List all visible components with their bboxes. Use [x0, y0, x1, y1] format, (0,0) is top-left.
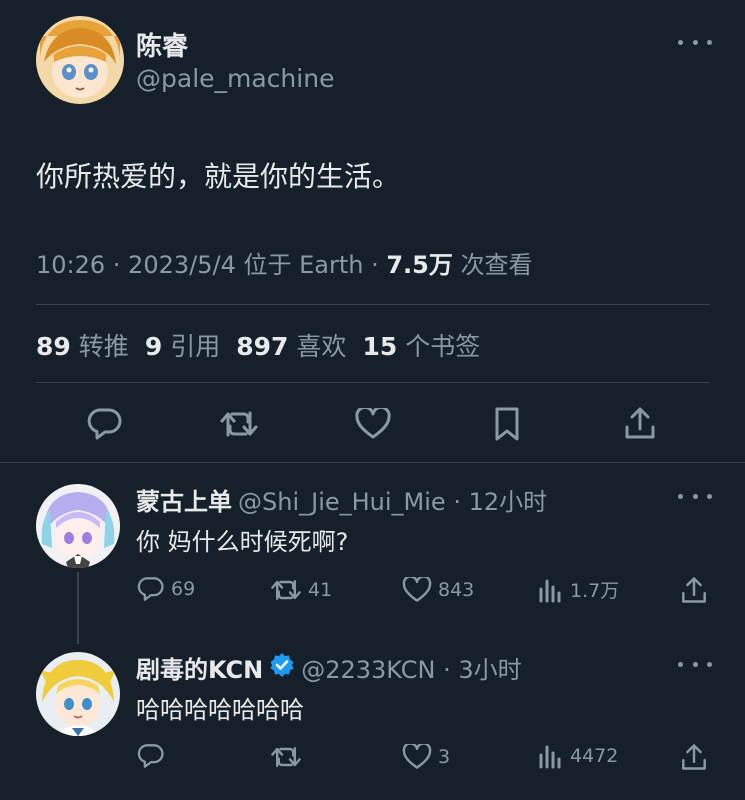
retweet-icon[interactable]	[219, 408, 259, 440]
stat-bookmarks[interactable]: 15 个书签	[362, 327, 480, 363]
divider	[36, 382, 710, 383]
bookmark-icon[interactable]	[493, 406, 521, 442]
reply-count: 69	[171, 578, 196, 600]
reply-header: 蒙古上单 @Shi_Jie_Hui_Mie · 12小时	[136, 482, 547, 517]
view-label: 次查看	[452, 251, 533, 279]
views-button[interactable]: 1.7万	[538, 576, 619, 603]
share-icon[interactable]	[680, 742, 708, 772]
stat-quotes[interactable]: 9 引用	[145, 327, 220, 363]
engagement-stats: 89 转推 9 引用 897 喜欢 15 个书签	[36, 327, 496, 363]
stat-retweets[interactable]: 89 转推	[36, 327, 129, 363]
reply-header: 剧毒的KCN @2233KCN · 3小时	[136, 650, 522, 685]
thread-line	[77, 572, 79, 644]
more-options-icon[interactable]	[678, 491, 712, 501]
main-tweet: 陈睿 @pale_machine 你所热爱的，就是你的生活。 10:26 · 2…	[0, 0, 745, 462]
user-handle[interactable]: @Shi_Jie_Hui_Mie · 12小时	[238, 482, 547, 517]
more-options-icon[interactable]	[678, 659, 712, 669]
share-icon[interactable]	[623, 405, 657, 441]
reply-text: 哈哈哈哈哈哈哈	[136, 696, 304, 724]
display-name[interactable]: 蒙古上单	[136, 482, 232, 517]
reply-button[interactable]	[137, 743, 171, 769]
reply-button[interactable]: 69	[137, 576, 195, 602]
view-count: 7.5万	[386, 251, 453, 279]
like-count: 3	[438, 746, 451, 768]
display-name[interactable]: 剧毒的KCN	[136, 650, 263, 685]
tweet-timestamp[interactable]: 10:26 · 2023/5/4 位于 Earth ·	[36, 251, 386, 279]
user-handle[interactable]: @2233KCN · 3小时	[301, 650, 521, 685]
share-icon[interactable]	[680, 575, 708, 605]
like-button[interactable]: 3	[402, 744, 450, 770]
like-button[interactable]: 843	[402, 577, 474, 603]
verified-badge-icon	[269, 652, 295, 684]
stat-likes[interactable]: 897 喜欢	[236, 327, 346, 363]
view-count: 1.7万	[570, 580, 620, 602]
reply-icon[interactable]	[87, 407, 123, 441]
divider	[36, 304, 710, 305]
tweet-metadata: 10:26 · 2023/5/4 位于 Earth · 7.5万 次查看	[36, 245, 533, 280]
retweet-button[interactable]: 41	[270, 577, 332, 603]
views-button[interactable]: 4472	[538, 743, 618, 769]
view-count: 4472	[570, 745, 619, 767]
like-icon[interactable]	[355, 408, 391, 440]
reply-text: 你 妈什么时候死啊?	[136, 528, 349, 556]
retweet-button[interactable]	[270, 744, 308, 770]
display-name[interactable]: 陈睿	[136, 26, 188, 63]
avatar[interactable]	[36, 652, 120, 736]
tweet-text: 你所热爱的，就是你的生活。	[36, 160, 401, 193]
user-handle[interactable]: @pale_machine	[136, 64, 334, 93]
avatar[interactable]	[36, 484, 120, 568]
more-options-icon[interactable]	[678, 37, 712, 47]
avatar[interactable]	[36, 16, 124, 104]
divider	[0, 462, 745, 463]
retweet-count: 41	[308, 579, 333, 601]
like-count: 843	[438, 579, 475, 601]
